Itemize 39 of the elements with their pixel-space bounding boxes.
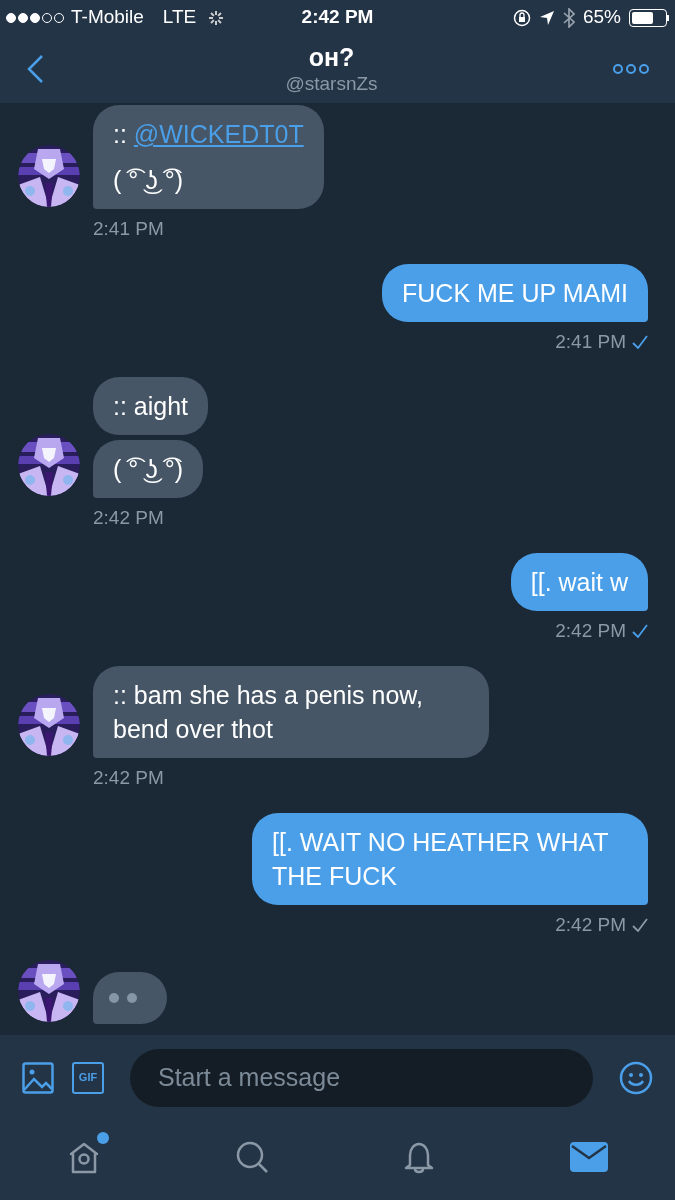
message-text: ( ͡° ͜ʖ ͡°): [113, 165, 184, 196]
message-text: [[. wait w: [530, 567, 628, 598]
rotation-lock-icon: [512, 8, 531, 27]
search-icon: [234, 1140, 269, 1174]
message-input[interactable]: Start a message: [130, 1048, 593, 1107]
smiley-icon: [619, 1060, 653, 1095]
timestamp: 2:42 PM: [555, 620, 626, 642]
message-text: [[. WAIT NO HEATHER WHAT THE FUCK: [272, 827, 610, 892]
network-type: LTE: [162, 5, 197, 30]
image-button[interactable]: [22, 1061, 54, 1094]
message-text: ( ͡° ͜ʖ ͡°): [113, 454, 183, 485]
timestamp: 2:42 PM: [93, 767, 164, 789]
checkmark-icon: [632, 624, 648, 638]
location-icon: [538, 9, 555, 26]
checkmark-icon: [632, 918, 648, 932]
more-button[interactable]: [613, 64, 649, 74]
timestamp: 2:42 PM: [555, 914, 626, 936]
message-text: :: @WICKEDT0T: [113, 119, 304, 150]
message-text: :: bam she has a penis now, bend over thot: [113, 680, 424, 745]
envelope-icon: [570, 1142, 609, 1172]
back-icon: [26, 54, 44, 84]
checkmark-icon: [632, 335, 648, 349]
clock: 2:42 PM: [300, 5, 375, 30]
battery-icon: [629, 8, 669, 27]
image-icon: [22, 1061, 54, 1094]
bluetooth-icon: [562, 7, 575, 28]
gif-button[interactable]: GIF: [72, 1061, 104, 1094]
user-handle: @starsnZs: [285, 72, 378, 96]
mention-link[interactable]: @WICKEDT0T: [133, 120, 304, 148]
timestamp: 2:41 PM: [93, 218, 164, 240]
timestamp: 2:42 PM: [93, 507, 164, 529]
carrier-name: T-Mobile: [71, 5, 144, 30]
message-text: FUCK ME UP MAMI: [402, 278, 628, 309]
message-text: :: aight: [113, 391, 189, 422]
battery-percent: 65%: [582, 5, 621, 30]
timestamp: 2:41 PM: [555, 331, 626, 353]
emoji-button[interactable]: [619, 1060, 653, 1095]
loading-icon: [207, 8, 226, 27]
conversation-title: ᴏʜ?: [308, 42, 355, 72]
